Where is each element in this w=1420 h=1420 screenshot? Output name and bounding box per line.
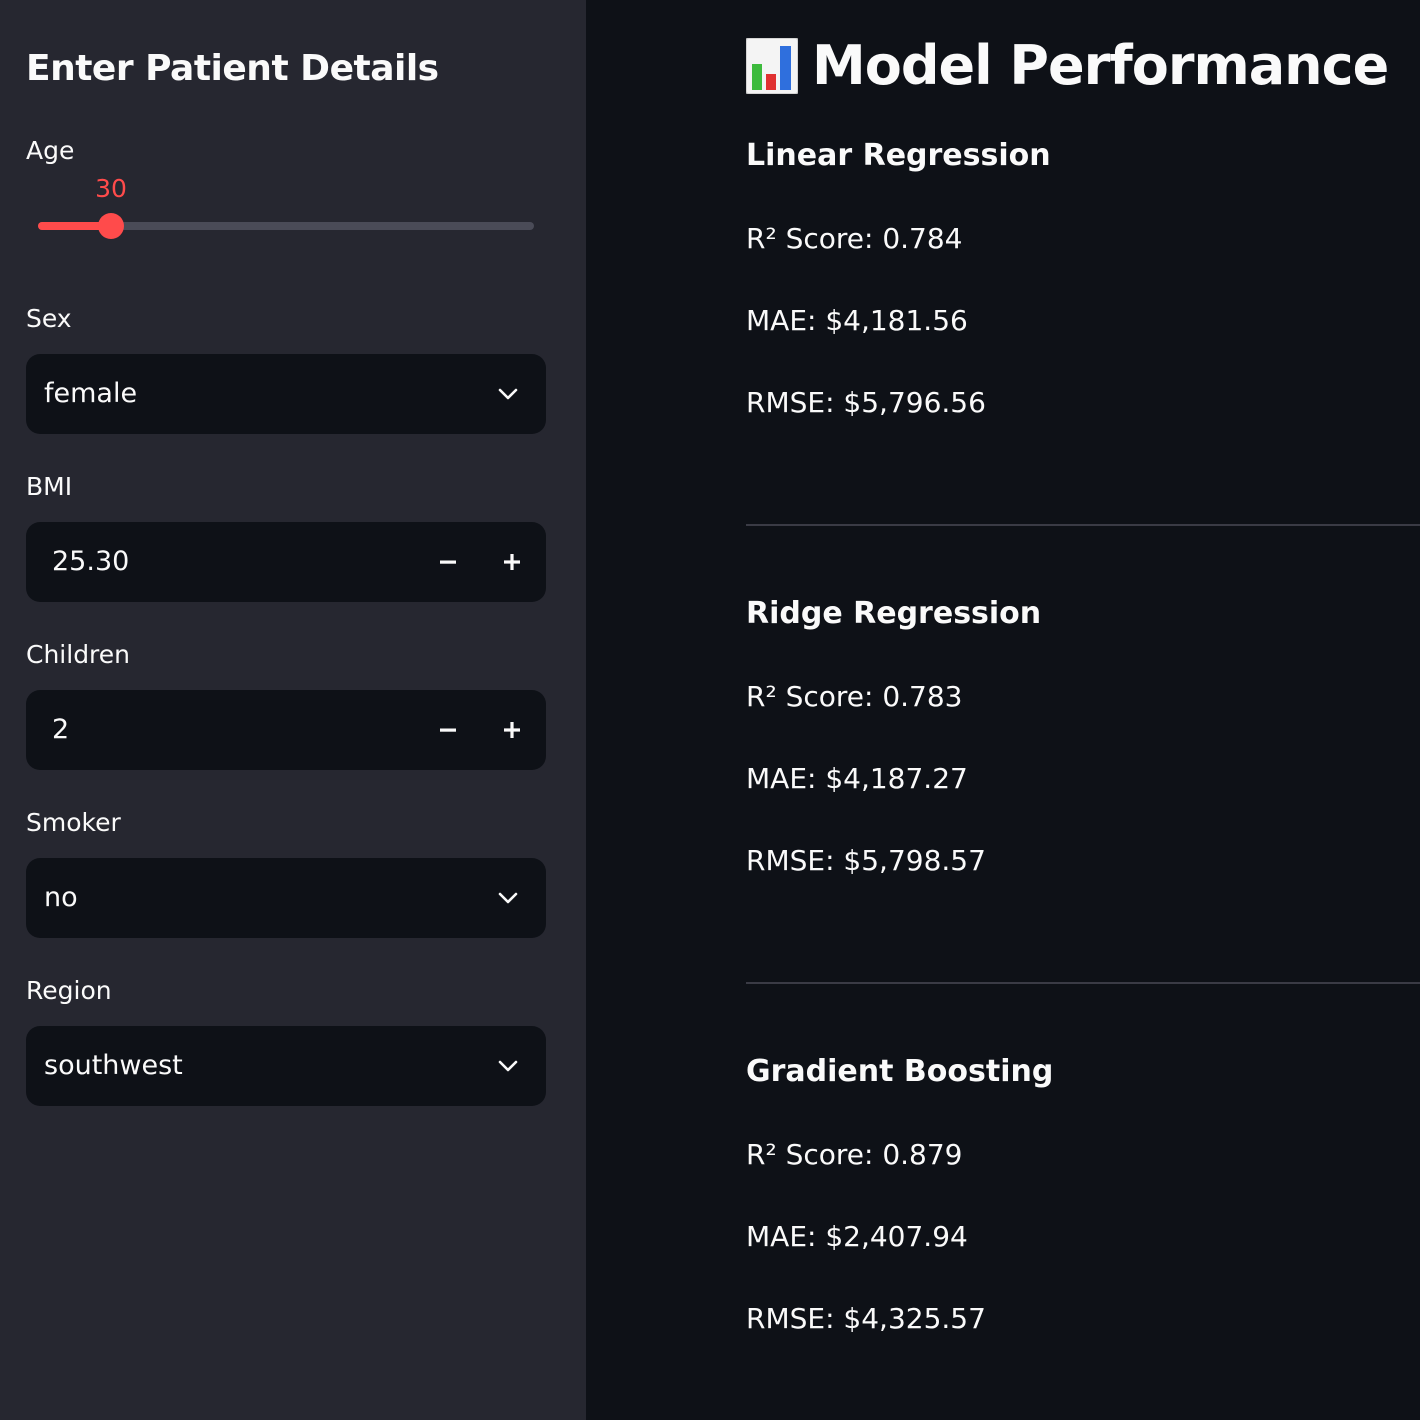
- chevron-down-icon: [498, 388, 518, 400]
- age-slider-value: 30: [95, 174, 127, 203]
- smoker-select-value: no: [44, 882, 78, 913]
- bmi-number-input[interactable]: 25.30: [26, 522, 546, 602]
- region-select-value: southwest: [44, 1050, 183, 1081]
- app: Enter Patient Details Age 30 Sex female …: [0, 0, 1420, 1420]
- age-slider-thumb[interactable]: [98, 213, 124, 239]
- bmi-label: BMI: [26, 472, 73, 501]
- smoker-select[interactable]: no: [26, 858, 546, 938]
- page-title: Model Performance: [746, 34, 1389, 97]
- minus-icon: [440, 560, 456, 564]
- metric-mae-linear: MAE: $4,181.56: [746, 304, 968, 337]
- bmi-increment-button[interactable]: [488, 538, 536, 586]
- metric-r2-ridge: R² Score: 0.783: [746, 680, 963, 713]
- children-number-input[interactable]: 2: [26, 690, 546, 770]
- model-heading-gradient-boosting: Gradient Boosting: [746, 1054, 1054, 1089]
- sex-label: Sex: [26, 304, 72, 333]
- sex-select[interactable]: female: [26, 354, 546, 434]
- sidebar-title: Enter Patient Details: [26, 48, 439, 89]
- children-input-value: 2: [52, 714, 70, 745]
- divider: [746, 982, 1420, 984]
- age-slider[interactable]: 30: [38, 170, 534, 250]
- plus-icon: [504, 554, 520, 570]
- bmi-decrement-button[interactable]: [424, 538, 472, 586]
- age-label: Age: [26, 136, 75, 165]
- divider: [746, 524, 1420, 526]
- sidebar: Enter Patient Details Age 30 Sex female …: [0, 0, 586, 1420]
- chevron-down-icon: [498, 892, 518, 904]
- children-increment-button[interactable]: [488, 706, 536, 754]
- bar-chart-emoji-icon: [746, 37, 798, 94]
- metric-rmse-ridge: RMSE: $5,798.57: [746, 844, 986, 877]
- sex-select-value: female: [44, 378, 138, 409]
- chevron-down-icon: [498, 1060, 518, 1072]
- metric-mae-ridge: MAE: $4,187.27: [746, 762, 968, 795]
- main-content: Model Performance Linear Regression R² S…: [586, 0, 1420, 1420]
- children-label: Children: [26, 640, 131, 669]
- region-label: Region: [26, 976, 112, 1005]
- smoker-label: Smoker: [26, 808, 121, 837]
- region-select[interactable]: southwest: [26, 1026, 546, 1106]
- metric-rmse-linear: RMSE: $5,796.56: [746, 386, 986, 419]
- children-decrement-button[interactable]: [424, 706, 472, 754]
- bmi-input-value: 25.30: [52, 546, 130, 577]
- metric-r2-gradient: R² Score: 0.879: [746, 1138, 963, 1171]
- metric-mae-gradient: MAE: $2,407.94: [746, 1220, 968, 1253]
- metric-rmse-gradient: RMSE: $4,325.57: [746, 1302, 986, 1335]
- minus-icon: [440, 728, 456, 732]
- page-title-text: Model Performance: [812, 34, 1389, 97]
- model-heading-ridge-regression: Ridge Regression: [746, 596, 1042, 631]
- model-heading-linear-regression: Linear Regression: [746, 138, 1051, 173]
- metric-r2-linear: R² Score: 0.784: [746, 222, 963, 255]
- plus-icon: [504, 722, 520, 738]
